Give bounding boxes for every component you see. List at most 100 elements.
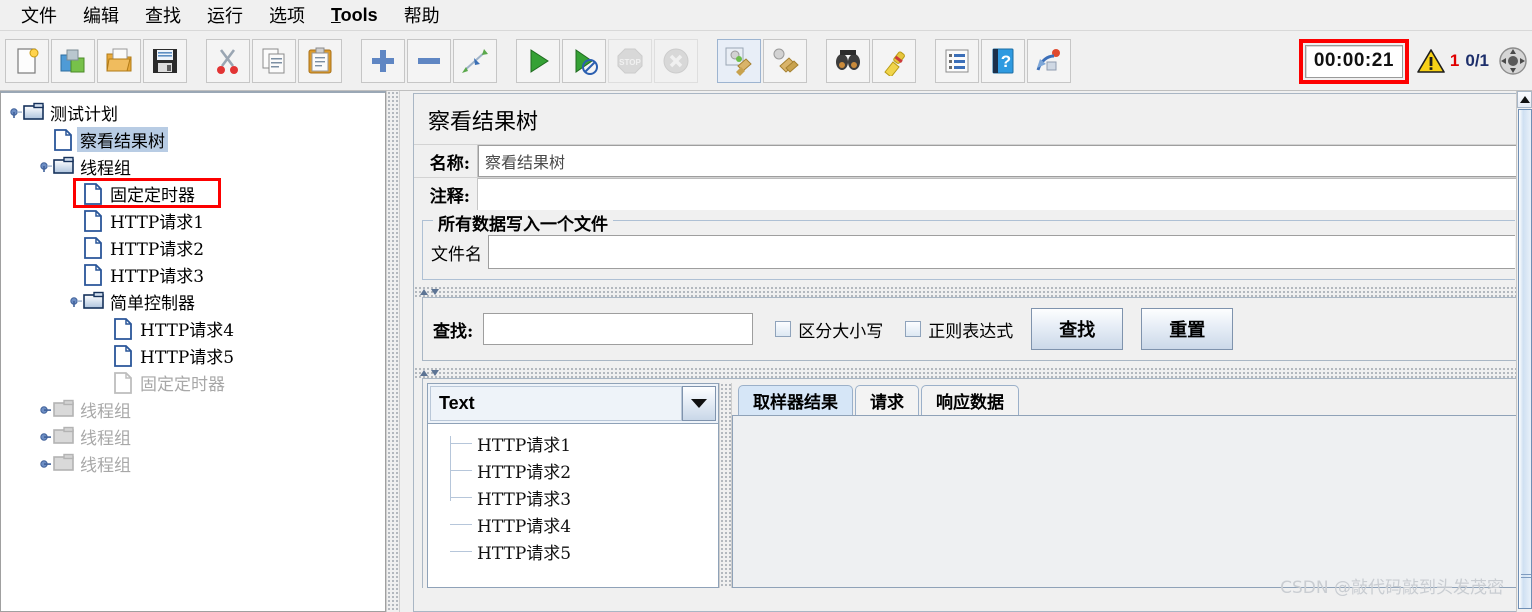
menu-item-6[interactable]: 帮助 bbox=[391, 0, 453, 30]
upper-horizontal-split-divider[interactable] bbox=[414, 286, 1517, 297]
toolbar-help-group: ? bbox=[930, 38, 1076, 83]
tree-expand-handle-closed[interactable] bbox=[39, 457, 53, 471]
split-grip[interactable] bbox=[420, 287, 450, 296]
tree-node[interactable]: 线程组 bbox=[1, 450, 385, 477]
test-plan-tree[interactable]: 测试计划 察看结果树 线程组 固定定时器 HTTP请求1 HTTP请求2 HTTP请求3 简单… bbox=[1, 93, 385, 477]
start-no-pause-button[interactable] bbox=[562, 38, 606, 83]
remote-engine-icon[interactable] bbox=[1498, 46, 1528, 76]
tree-right-split-divider[interactable] bbox=[386, 91, 400, 612]
split-grip-2[interactable] bbox=[420, 368, 450, 377]
undo-redo-icon bbox=[1034, 46, 1064, 76]
function-helper-icon-svg bbox=[945, 49, 969, 72]
tree-node[interactable]: HTTP请求4 bbox=[1, 315, 385, 342]
result-list-item-label: HTTP请求2 bbox=[477, 463, 572, 483]
search-input[interactable] bbox=[483, 313, 754, 345]
undo-redo-button[interactable] bbox=[1027, 38, 1071, 83]
scroll-up-arrow-icon[interactable] bbox=[1517, 91, 1532, 108]
find-button[interactable]: 查找 bbox=[1031, 308, 1124, 350]
start-button[interactable] bbox=[516, 38, 560, 83]
filename-input[interactable] bbox=[488, 235, 1515, 269]
result-list-item[interactable]: HTTP请求4 bbox=[428, 511, 718, 538]
case-sensitive-checkbox[interactable]: 区分大小写 bbox=[775, 317, 883, 342]
tree-node[interactable]: 简单控制器 bbox=[1, 288, 385, 315]
menu-bar: 文件 编辑 查找 运行 选项 Tools 帮助 bbox=[0, 0, 1532, 31]
collapse-icon bbox=[414, 46, 444, 76]
tree-node[interactable]: HTTP请求2 bbox=[1, 234, 385, 261]
tree-node[interactable]: 线程组 bbox=[1, 423, 385, 450]
chevron-down-icon[interactable] bbox=[682, 386, 716, 421]
tree-node[interactable]: 线程组 bbox=[1, 153, 385, 180]
regex-checkbox[interactable]: 正则表达式 bbox=[905, 317, 1013, 342]
tree-handle-none bbox=[39, 133, 53, 147]
sampler-results-tree[interactable]: HTTP请求1 HTTP请求2 HTTP请求3 HTTP请求4 HTTP请求5 bbox=[428, 424, 718, 587]
tree-node-label: HTTP请求5 bbox=[140, 348, 235, 368]
menu-item-0[interactable]: 文件 bbox=[8, 0, 70, 30]
comment-input[interactable] bbox=[478, 178, 1517, 210]
split-down-arrow-icon[interactable] bbox=[431, 369, 439, 376]
menu-item-2[interactable]: 查找 bbox=[132, 0, 194, 30]
result-list-item-label: HTTP请求3 bbox=[477, 490, 572, 510]
result-list-item[interactable]: HTTP请求2 bbox=[428, 457, 718, 484]
paste-button[interactable] bbox=[298, 38, 342, 83]
leaf-icon bbox=[53, 128, 73, 151]
new-button[interactable] bbox=[5, 38, 49, 83]
templates-button[interactable] bbox=[51, 38, 95, 83]
expand-button[interactable] bbox=[361, 38, 405, 83]
filename-label: 文件名 bbox=[431, 244, 482, 265]
scrollbar-thumb[interactable] bbox=[1518, 109, 1532, 609]
result-tab-1[interactable]: 请求 bbox=[855, 385, 919, 415]
reset-button[interactable]: 重置 bbox=[1141, 308, 1234, 350]
open-button[interactable] bbox=[97, 38, 141, 83]
clear-all-button[interactable] bbox=[763, 38, 807, 83]
renderer-combobox[interactable]: Text bbox=[428, 384, 718, 424]
function-helper-button[interactable] bbox=[935, 38, 979, 83]
search-icon-svg bbox=[836, 49, 860, 70]
right-panel-scrollbar[interactable] bbox=[1516, 91, 1532, 612]
cut-button[interactable] bbox=[206, 38, 250, 83]
name-input[interactable]: 察看结果树 bbox=[478, 145, 1517, 177]
menu-item-1[interactable]: 编辑 bbox=[70, 0, 132, 30]
tree-node[interactable]: 固定定时器 bbox=[1, 178, 385, 208]
case-sensitive-box-icon[interactable] bbox=[775, 321, 792, 337]
results-tabs-split-divider[interactable] bbox=[719, 383, 732, 588]
menu-item-4[interactable]: 选项 bbox=[256, 0, 318, 30]
result-tab-0[interactable]: 取样器结果 bbox=[738, 385, 853, 415]
tree-handle-none bbox=[69, 187, 83, 201]
help-button[interactable]: ? bbox=[981, 38, 1025, 83]
comment-field-row: 注释: bbox=[414, 177, 1517, 210]
tree-node[interactable]: 测试计划 bbox=[1, 99, 385, 126]
test-plan-tree-panel[interactable]: 测试计划 察看结果树 线程组 固定定时器 HTTP请求1 HTTP请求2 HTTP请求3 简单… bbox=[0, 91, 386, 612]
lower-horizontal-split-divider[interactable] bbox=[414, 367, 1517, 378]
tree-expand-handle-open[interactable] bbox=[9, 106, 23, 120]
leaf-icon bbox=[83, 263, 103, 286]
tree-node[interactable]: 固定定时器 bbox=[1, 369, 385, 396]
tree-expand-handle-open[interactable] bbox=[39, 160, 53, 174]
regex-box-icon[interactable] bbox=[905, 321, 922, 337]
clear-button[interactable] bbox=[717, 38, 761, 83]
search-button[interactable] bbox=[826, 38, 870, 83]
split-down-arrow-icon[interactable] bbox=[431, 288, 439, 295]
result-list-item[interactable]: HTTP请求5 bbox=[428, 538, 718, 565]
renderer-selected-value[interactable]: Text bbox=[430, 386, 682, 421]
reset-search-button[interactable] bbox=[872, 38, 916, 83]
tree-expand-handle-closed[interactable] bbox=[39, 403, 53, 417]
tree-node[interactable]: HTTP请求5 bbox=[1, 342, 385, 369]
menu-item-3[interactable]: 运行 bbox=[194, 0, 256, 30]
warning-triangle-icon[interactable] bbox=[1417, 48, 1445, 74]
split-up-arrow-icon[interactable] bbox=[420, 369, 428, 376]
menu-item-5[interactable]: Tools bbox=[318, 3, 391, 28]
tree-node[interactable]: HTTP请求1 bbox=[1, 207, 385, 234]
result-list-item[interactable]: HTTP请求1 bbox=[428, 430, 718, 457]
tree-node[interactable]: HTTP请求3 bbox=[1, 261, 385, 288]
copy-button[interactable] bbox=[252, 38, 296, 83]
tree-node[interactable]: 线程组 bbox=[1, 396, 385, 423]
tree-expand-handle-closed[interactable] bbox=[39, 430, 53, 444]
result-list-item[interactable]: HTTP请求3 bbox=[428, 484, 718, 511]
result-tab-2[interactable]: 响应数据 bbox=[921, 385, 1019, 415]
toggle-button[interactable] bbox=[453, 38, 497, 83]
save-button[interactable] bbox=[143, 38, 187, 83]
split-up-arrow-icon[interactable] bbox=[420, 288, 428, 295]
tree-expand-handle-open[interactable] bbox=[69, 295, 83, 309]
collapse-button[interactable] bbox=[407, 38, 451, 83]
tree-node[interactable]: 察看结果树 bbox=[1, 126, 385, 153]
